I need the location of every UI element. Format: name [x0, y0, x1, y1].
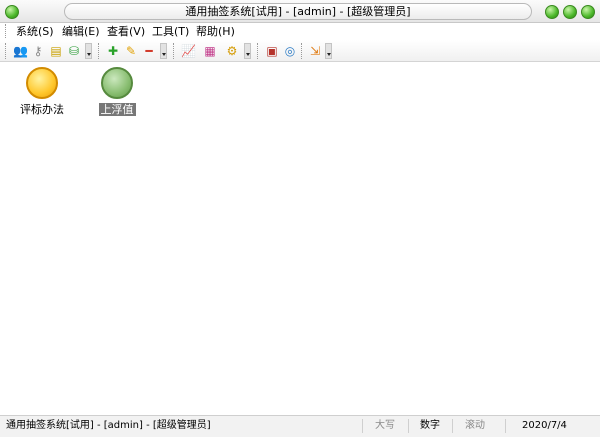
status-num-indicator: 数字	[420, 420, 440, 431]
status-date: 2020/7/4	[522, 420, 567, 431]
edit-pencil-icon[interactable]: ✎	[124, 44, 138, 58]
settings-gear-icon[interactable]: ⚙	[225, 44, 239, 58]
close-button[interactable]	[581, 5, 595, 19]
toolbar-dropdown-1[interactable]	[85, 43, 92, 59]
toolbar-dropdown-4[interactable]	[325, 43, 332, 59]
menu-system[interactable]: 系统(S)	[16, 24, 54, 39]
status-bar: 通用抽签系统[试用] - [admin] - [超级管理员] 大写 数字 滚动 …	[0, 415, 600, 437]
calculator-icon[interactable]: ▣	[265, 44, 279, 58]
menu-grip[interactable]	[5, 24, 7, 38]
status-divider	[505, 419, 506, 433]
node-evaluation-method[interactable]: 评标办法	[7, 67, 77, 116]
status-caps-indicator: 大写	[375, 420, 395, 431]
chart-line-icon[interactable]: 📈	[181, 44, 196, 58]
document-icon[interactable]: ▤	[49, 44, 63, 58]
menu-edit[interactable]: 编辑(E)	[62, 24, 100, 39]
database-icon[interactable]: ⛁	[67, 44, 81, 58]
add-icon[interactable]: ✚	[106, 44, 120, 58]
status-divider	[452, 419, 453, 433]
toolbar-separator	[98, 43, 100, 59]
menu-view[interactable]: 查看(V)	[107, 24, 145, 39]
title-bar: 通用抽签系统[试用] - [admin] - [超级管理员]	[0, 0, 600, 23]
window-title: 通用抽签系统[试用] - [admin] - [超级管理员]	[64, 3, 532, 20]
toolbar: 👥 ⚷ ▤ ⛁ ✚ ✎ ━ 📈 ▦ ⚙ ▣ ◎ ⇲	[0, 40, 600, 62]
menu-bar: 系统(S) 编辑(E) 查看(V) 工具(T) 帮助(H)	[0, 23, 600, 40]
menu-tools[interactable]: 工具(T)	[152, 24, 189, 39]
toolbar-separator	[173, 43, 175, 59]
minimize-button[interactable]	[545, 5, 559, 19]
status-app-text: 通用抽签系统[试用] - [admin] - [超级管理员]	[6, 420, 211, 431]
menu-help[interactable]: 帮助(H)	[196, 24, 235, 39]
node-label-selected: 上浮值	[98, 103, 136, 116]
maximize-button[interactable]	[563, 5, 577, 19]
report-icon[interactable]: ▦	[203, 44, 217, 58]
node-label: 评标办法	[20, 103, 64, 116]
node-float-value[interactable]: 上浮值	[82, 67, 152, 116]
exit-icon[interactable]: ⇲	[308, 44, 322, 58]
users-icon[interactable]: 👥	[13, 44, 28, 58]
toolbar-separator	[301, 43, 303, 59]
key-icon[interactable]: ⚷	[31, 44, 45, 58]
globe-search-icon[interactable]: ◎	[283, 44, 297, 58]
green-circle-icon[interactable]	[101, 67, 133, 99]
remove-icon[interactable]: ━	[142, 44, 156, 58]
toolbar-dropdown-3[interactable]	[244, 43, 251, 59]
status-divider	[408, 419, 409, 433]
app-orb-icon[interactable]	[5, 5, 19, 19]
workspace-canvas[interactable]: 评标办法 上浮值	[0, 63, 600, 415]
toolbar-separator	[257, 43, 259, 59]
yellow-circle-icon[interactable]	[26, 67, 58, 99]
toolbar-dropdown-2[interactable]	[160, 43, 167, 59]
status-scroll-indicator: 滚动	[465, 420, 485, 431]
status-divider	[362, 419, 363, 433]
toolbar-grip[interactable]	[5, 43, 7, 59]
